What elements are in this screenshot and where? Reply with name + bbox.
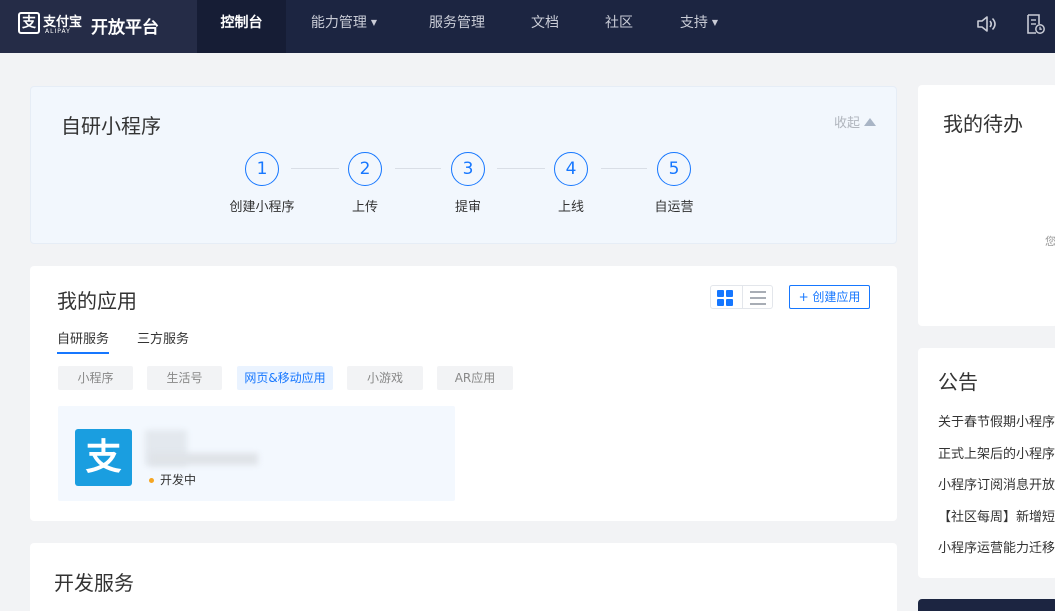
alipay-logo-icon: 支 (18, 12, 40, 34)
step-review: 3 提审 (418, 152, 518, 215)
chevron-down-icon: ▼ (711, 18, 719, 27)
collapse-button[interactable]: 收起 (834, 112, 876, 131)
create-app-button[interactable]: + 创建应用 (789, 285, 870, 309)
nav-console[interactable]: 控制台 (197, 0, 286, 53)
nav-capability-label: 能力管理 (310, 15, 367, 31)
chip-mini-program[interactable]: 小程序 (58, 366, 133, 390)
nav-docs[interactable]: 文档 (520, 0, 570, 53)
platform-title: 开放平台 (91, 18, 159, 38)
card-title: 公告 (938, 370, 978, 394)
step-launch: 4 上线 (521, 152, 621, 215)
my-apps-card: 我的应用 + 创建应用 自研服务 三方服务 小程序 生活号 网页&移动应用 小游… (30, 266, 897, 521)
notice-item[interactable]: 小程序订阅消息开放 (938, 474, 1055, 506)
alipay-app-icon: 支 (75, 429, 132, 486)
nav-support[interactable]: 支持 ▼ (667, 0, 731, 53)
step-create: 1 创建小程序 (212, 152, 312, 215)
step-number: 1 (245, 152, 279, 186)
notice-item[interactable]: 正式上架后的小程序 (938, 443, 1055, 475)
self-dev-steps-card: 自研小程序 收起 1 创建小程序 2 上传 3 提审 4 上线 5 自运营 (30, 86, 897, 244)
step-label: 上传 (351, 200, 378, 215)
step-upload: 2 上传 (315, 152, 415, 215)
step-number: 2 (348, 152, 382, 186)
step-number: 5 (657, 152, 691, 186)
tab-third-party[interactable]: 三方服务 (137, 328, 189, 347)
speaker-icon[interactable] (975, 13, 997, 35)
todo-empty-hint: 您 (1045, 235, 1055, 248)
todo-card: 我的待办 您 (918, 85, 1055, 326)
collapse-label: 收起 (833, 116, 860, 131)
brand-logo-area[interactable]: 支 支付宝 ALIPAY 开放平台 (0, 0, 197, 53)
step-number: 4 (554, 152, 588, 186)
notice-item[interactable]: 小程序运营能力迁移 (938, 537, 1055, 569)
nav-community[interactable]: 社区 (594, 0, 644, 53)
top-navbar: 支 支付宝 ALIPAY 开放平台 控制台 能力管理 ▼ 服务管理 文档 社区 支… (0, 0, 1055, 53)
nav-capability[interactable]: 能力管理 ▼ (296, 0, 392, 53)
chip-mini-game[interactable]: 小游戏 (347, 366, 423, 390)
card-title: 自研小程序 (61, 114, 161, 138)
view-toggle (710, 285, 773, 309)
blurred-app-name (150, 453, 258, 465)
card-title: 我的应用 (57, 289, 137, 313)
step-label: 创建小程序 (229, 200, 295, 215)
nav-docs-label: 文档 (531, 15, 559, 31)
document-clock-icon[interactable] (1024, 13, 1046, 35)
logo-text-en: ALIPAY (45, 28, 71, 35)
chip-web-mobile[interactable]: 网页&移动应用 (237, 366, 333, 390)
step-operate: 5 自运营 (624, 152, 724, 215)
nav-console-label: 控制台 (220, 15, 263, 31)
card-title: 我的待办 (943, 112, 1023, 136)
grid-view-icon[interactable] (717, 290, 733, 306)
caret-up-icon (864, 118, 876, 126)
dark-card-edge (918, 599, 1055, 611)
nav-service[interactable]: 服务管理 (414, 0, 500, 53)
notice-card: 公告 关于春节假期小程序 正式上架后的小程序 小程序订阅消息开放 【社区每周】新… (918, 348, 1055, 578)
list-view-icon[interactable] (750, 291, 766, 305)
step-label: 上线 (557, 200, 584, 215)
step-label: 提审 (454, 200, 481, 215)
tab-self-dev[interactable]: 自研服务 (57, 328, 110, 354)
card-title: 开发服务 (54, 571, 134, 595)
chip-life-account[interactable]: 生活号 (147, 366, 222, 390)
status-dot-icon (149, 478, 154, 483)
notice-item[interactable]: 关于春节假期小程序 (938, 411, 1055, 443)
app-status: 开发中 (160, 473, 197, 487)
notice-item[interactable]: 【社区每周】新增短 (938, 506, 1055, 538)
step-number: 3 (451, 152, 485, 186)
chevron-down-icon: ▼ (370, 18, 378, 27)
nav-community-label: 社区 (605, 15, 633, 31)
nav-service-label: 服务管理 (429, 15, 485, 31)
dev-services-card: 开发服务 (30, 543, 897, 611)
notice-list: 关于春节假期小程序 正式上架后的小程序 小程序订阅消息开放 【社区每周】新增短 … (938, 411, 1055, 569)
app-tile[interactable]: 支 开发中 (58, 406, 455, 501)
step-label: 自运营 (654, 200, 694, 215)
nav-support-label: 支持 (679, 15, 708, 31)
chip-ar-app[interactable]: AR应用 (437, 366, 513, 390)
divider (742, 286, 743, 308)
